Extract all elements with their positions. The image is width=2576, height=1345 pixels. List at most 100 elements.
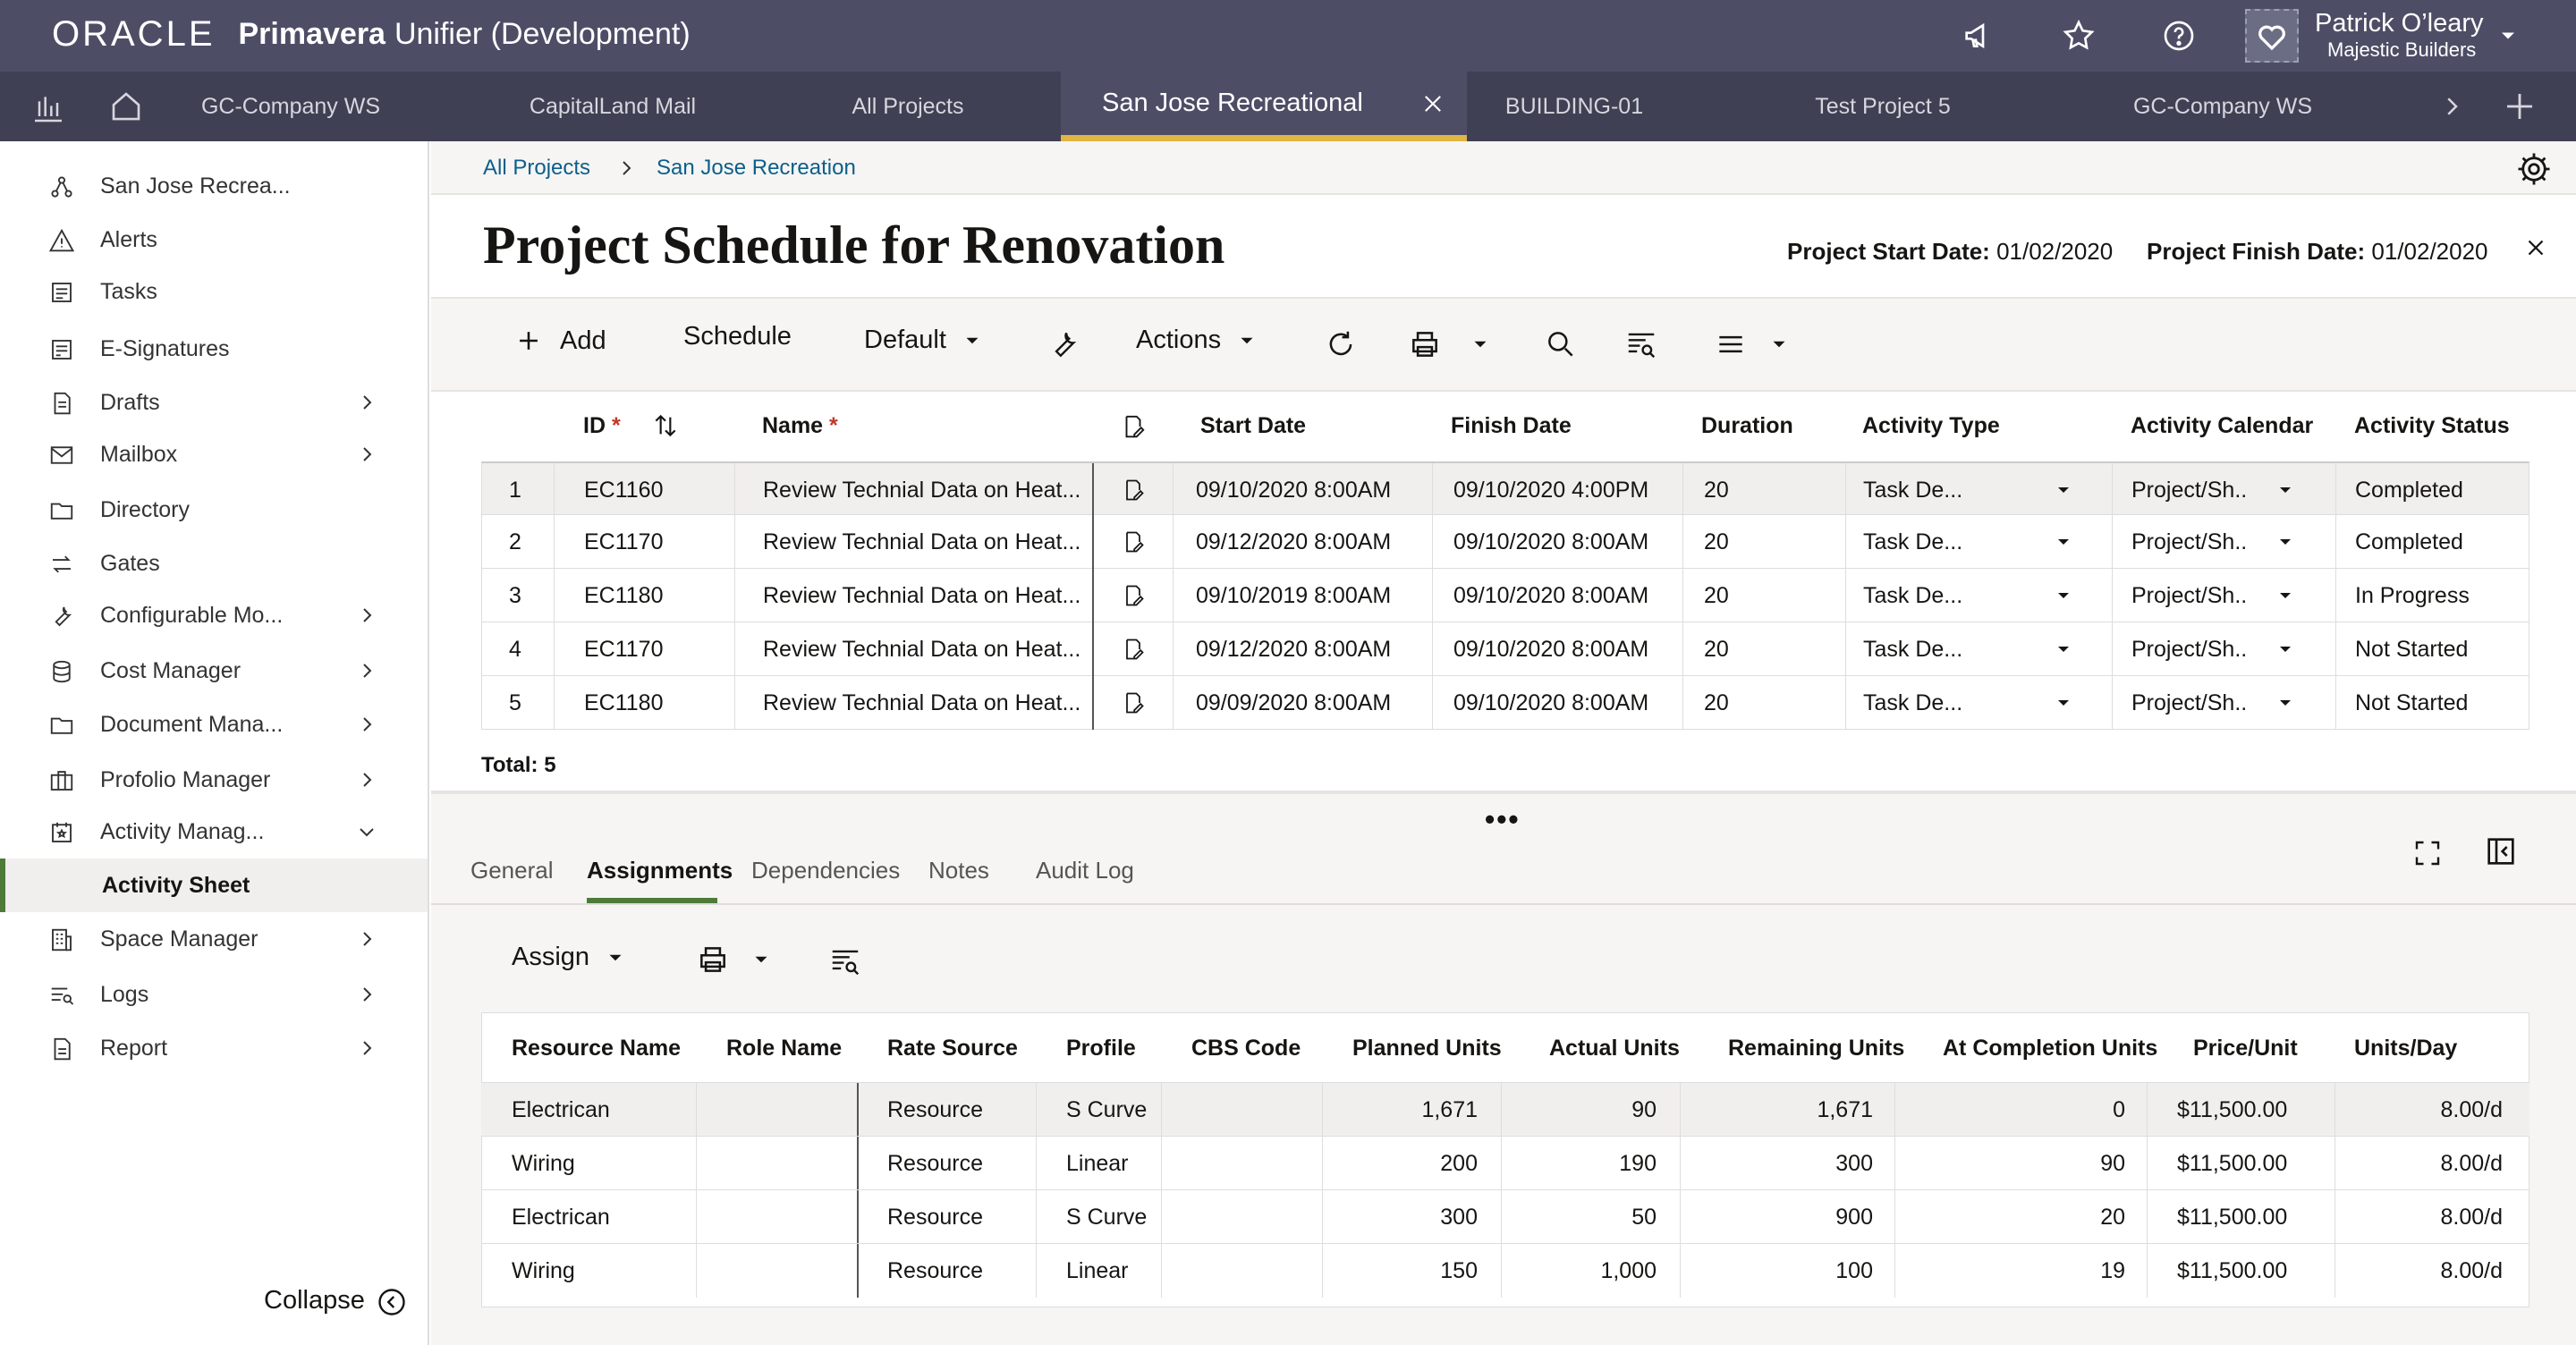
project-tab-gc-company-ws-2[interactable]: GC-Company WS — [2111, 72, 2334, 141]
cell-duration[interactable]: 20 — [1704, 583, 1729, 609]
chevron-right-icon[interactable] — [356, 769, 377, 791]
cell-activity-calendar[interactable]: Project/Sh.. — [2131, 478, 2247, 503]
sidebar-item-project[interactable]: San Jose Recrea... — [0, 159, 428, 213]
sidebar-item-logs[interactable]: Logs — [0, 968, 428, 1021]
cell-planned-units[interactable]: 300 — [1340, 1205, 1478, 1231]
cell-resource-name[interactable]: Wiring — [512, 1151, 575, 1177]
cell-start-date[interactable]: 09/12/2020 8:00AM — [1196, 637, 1391, 663]
star-icon[interactable] — [2061, 18, 2097, 54]
chevron-down-icon[interactable] — [356, 821, 377, 842]
sidebar-item-space-manager[interactable]: Space Manager — [0, 912, 428, 966]
col-header-activity-status[interactable]: Activity Status — [2354, 413, 2510, 439]
table-row[interactable]: Electrican Resource S Curve 1,671 90 1,6… — [481, 1082, 2529, 1137]
actions-menu[interactable]: Actions — [1136, 326, 1258, 355]
sidebar-item-activity-manager[interactable]: Activity Manag... — [0, 805, 428, 859]
sidebar-item-e-signatures[interactable]: E-Signatures — [0, 322, 428, 376]
cell-resource-name[interactable]: Wiring — [512, 1258, 575, 1284]
cell-price-unit[interactable]: $11,500.00 — [2177, 1258, 2287, 1284]
more-dots-icon[interactable]: ••• — [1485, 803, 1521, 836]
refresh-icon[interactable] — [1324, 327, 1358, 361]
cell-activity-calendar[interactable]: Project/Sh.. — [2131, 637, 2247, 663]
avatar[interactable] — [2245, 9, 2299, 63]
cell-actual-units[interactable]: 190 — [1519, 1151, 1657, 1177]
close-icon[interactable] — [2522, 234, 2549, 261]
col-header-cbs-code[interactable]: CBS Code — [1191, 1036, 1301, 1062]
user-name[interactable]: Patrick O’leary — [2315, 9, 2484, 38]
cell-remaining-units[interactable]: 1,671 — [1698, 1097, 1873, 1123]
col-header-id[interactable]: ID * — [583, 413, 621, 439]
cell-remaining-units[interactable]: 100 — [1698, 1258, 1873, 1284]
table-row[interactable]: 3 EC1180 Review Technial Data on Heat...… — [481, 569, 2529, 622]
cell-rate-source[interactable]: Resource — [887, 1258, 983, 1284]
search-icon[interactable] — [1544, 327, 1578, 361]
print-menu-chevron-icon[interactable] — [750, 948, 773, 971]
cell-units-day[interactable]: 8.00/d — [2351, 1097, 2503, 1123]
dropdown-arrow-icon[interactable] — [2053, 639, 2074, 660]
col-header-duration[interactable]: Duration — [1701, 413, 1793, 439]
cell-start-date[interactable]: 09/10/2019 8:00AM — [1196, 583, 1391, 609]
cell-at-completion-units[interactable]: 20 — [1912, 1205, 2125, 1231]
project-tab-all-projects[interactable]: All Projects — [805, 72, 1011, 141]
cell-rate-source[interactable]: Resource — [887, 1205, 983, 1231]
edit-document-icon[interactable] — [1121, 583, 1146, 608]
menu-icon[interactable] — [1714, 327, 1748, 361]
col-header-actual-units[interactable]: Actual Units — [1549, 1036, 1680, 1062]
cell-planned-units[interactable]: 150 — [1340, 1258, 1478, 1284]
tab-general[interactable]: General — [470, 857, 554, 884]
edit-document-icon[interactable] — [1121, 478, 1146, 503]
cell-at-completion-units[interactable]: 90 — [1912, 1151, 2125, 1177]
table-row[interactable]: 2 EC1170 Review Technial Data on Heat...… — [481, 515, 2529, 569]
cell-finish-date[interactable]: 09/10/2020 8:00AM — [1453, 637, 1648, 663]
cell-name[interactable]: Review Technial Data on Heat... — [763, 529, 1080, 555]
cell-activity-calendar[interactable]: Project/Sh.. — [2131, 529, 2247, 555]
dropdown-arrow-icon[interactable] — [2275, 639, 2296, 660]
cell-id[interactable]: EC1180 — [584, 583, 664, 609]
breadcrumb-all-projects[interactable]: All Projects — [483, 156, 590, 181]
cell-activity-type[interactable]: Task De... — [1863, 583, 1962, 609]
cell-name[interactable]: Review Technial Data on Heat... — [763, 637, 1080, 663]
cell-duration[interactable]: 20 — [1704, 690, 1729, 716]
cell-actual-units[interactable]: 1,000 — [1519, 1258, 1657, 1284]
chevron-right-icon[interactable] — [2438, 93, 2465, 120]
sidebar-item-report[interactable]: Report — [0, 1021, 428, 1075]
chevron-right-icon[interactable] — [356, 1037, 377, 1059]
schedule-button[interactable]: Schedule — [683, 322, 792, 351]
collapse-label[interactable]: Collapse — [264, 1286, 365, 1315]
chevron-right-icon[interactable] — [356, 660, 377, 681]
cell-planned-units[interactable]: 1,671 — [1340, 1097, 1478, 1123]
cell-rate-source[interactable]: Resource — [887, 1151, 983, 1177]
cell-profile[interactable]: Linear — [1066, 1151, 1129, 1177]
filter-search-icon[interactable] — [828, 944, 862, 978]
col-header-name[interactable]: Name * — [762, 413, 838, 439]
cell-duration[interactable]: 20 — [1704, 529, 1729, 555]
cell-actual-units[interactable]: 50 — [1519, 1205, 1657, 1231]
cell-name[interactable]: Review Technial Data on Heat... — [763, 583, 1080, 609]
dropdown-arrow-icon[interactable] — [2275, 692, 2296, 714]
assign-menu[interactable]: Assign — [512, 943, 627, 972]
breadcrumb-current[interactable]: San Jose Recreation — [657, 156, 856, 181]
filter-search-icon[interactable] — [1624, 327, 1658, 361]
cell-start-date[interactable]: 09/09/2020 8:00AM — [1196, 690, 1391, 716]
tab-dependencies[interactable]: Dependencies — [751, 857, 900, 884]
col-header-units-day[interactable]: Units/Day — [2354, 1036, 2457, 1062]
wrench-icon[interactable] — [1046, 327, 1080, 361]
cell-finish-date[interactable]: 09/10/2020 8:00AM — [1453, 529, 1648, 555]
sidebar-item-cost-manager[interactable]: Cost Manager — [0, 644, 428, 698]
cell-remaining-units[interactable]: 900 — [1698, 1205, 1873, 1231]
chevron-right-icon[interactable] — [356, 984, 377, 1005]
col-header-remaining-units[interactable]: Remaining Units — [1728, 1036, 1904, 1062]
print-icon[interactable] — [1408, 327, 1442, 361]
sidebar-item-portfolio-manager[interactable]: Profolio Manager — [0, 753, 428, 807]
home-icon[interactable] — [107, 88, 145, 125]
pane-splitter[interactable] — [431, 791, 2576, 794]
chevron-right-icon[interactable] — [356, 444, 377, 465]
edit-document-icon[interactable] — [1121, 637, 1146, 662]
close-tab-icon[interactable] — [1420, 91, 1445, 116]
chevron-right-icon[interactable] — [356, 392, 377, 413]
cell-activity-type[interactable]: Task De... — [1863, 478, 1962, 503]
cell-price-unit[interactable]: $11,500.00 — [2177, 1151, 2287, 1177]
table-row[interactable]: 1 EC1160 Review Technial Data on Heat...… — [481, 461, 2529, 517]
cell-start-date[interactable]: 09/12/2020 8:00AM — [1196, 529, 1391, 555]
cell-id[interactable]: EC1170 — [584, 637, 664, 663]
col-header-activity-type[interactable]: Activity Type — [1862, 413, 2000, 439]
